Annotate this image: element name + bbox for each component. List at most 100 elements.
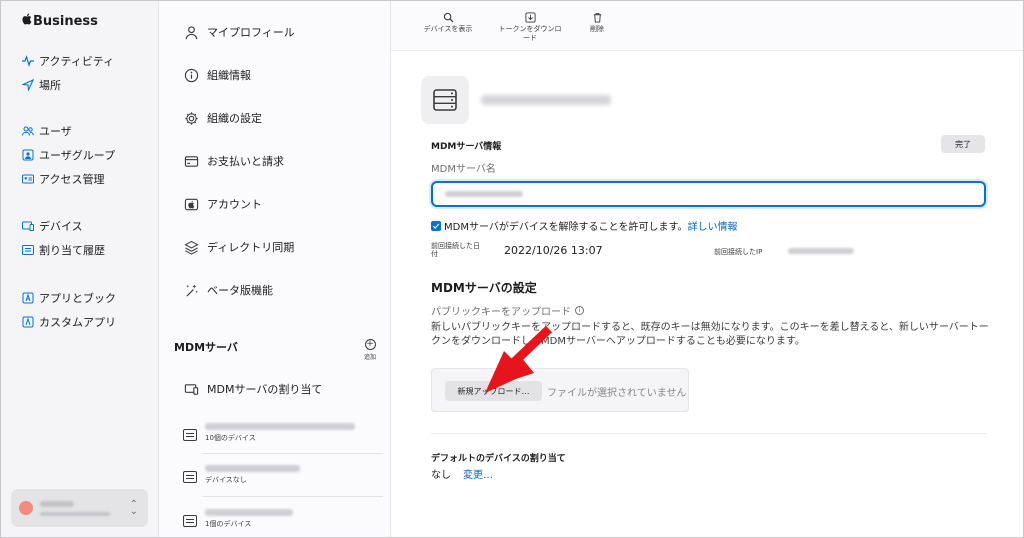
settings-column: マイプロフィール 組織情報 組織の設定 お支払いと請求 アカウント ディレクトリ… (159, 1, 391, 537)
server-name-redacted (205, 423, 355, 430)
allow-release-checkbox[interactable] (431, 220, 441, 231)
chevron-up-down-icon: ⌃ ⌄ (129, 499, 138, 517)
server-title-redacted (481, 95, 611, 105)
last-connected-ip-redacted (788, 248, 854, 254)
gear-icon (183, 110, 199, 126)
sidebar-item-devices[interactable]: デバイス (21, 214, 105, 238)
change-link[interactable]: 変更… (463, 466, 493, 481)
file-upload-area: 新規アップロード… ファイルが選択されていません (431, 368, 689, 412)
mdm-server-name-input[interactable] (431, 181, 986, 207)
sparkle-icon (183, 282, 199, 298)
mdm-servers-header: MDMサーバ (174, 341, 238, 354)
allow-release-text: MDMサーバがデバイスを解除することを許可します。 (444, 222, 688, 233)
account-name-redacted (40, 500, 110, 516)
allow-release-row: MDMサーバがデバイスを解除することを許可します。 詳しい情報 (431, 218, 738, 233)
sidebar-item-locations[interactable]: 場所 (21, 73, 114, 97)
sidebar-item-assignment-history[interactable]: 割り当て履歴 (21, 238, 105, 262)
settings-item-org-settings[interactable]: 組織の設定 (183, 110, 262, 126)
sidebar-item-label: アクセス管理 (39, 173, 105, 186)
main-panel: デバイスを表示 トークンをダウンロ ード 削除 MDMサーバ情報 完了 MDMサ… (391, 1, 1023, 537)
mdm-server-info-title: MDMサーバ情報 (431, 142, 502, 152)
activity-icon (21, 54, 35, 68)
access-card-icon (21, 172, 35, 186)
download-token-button[interactable]: トークンをダウンロ ード (495, 11, 565, 43)
server-name-redacted (205, 465, 300, 472)
divider (203, 496, 383, 497)
settings-item-label: ディレクトリ同期 (207, 241, 295, 254)
settings-item-label: マイプロフィール (207, 26, 295, 39)
settings-item-account[interactable]: アカウント (183, 196, 262, 212)
settings-item-label: 組織情報 (207, 69, 251, 82)
server-icon (183, 471, 197, 483)
settings-item-org-info[interactable]: 組織情報 (183, 67, 251, 83)
last-connected-ip-label: 前回接続したIP (714, 248, 763, 256)
add-label: 追加 (363, 354, 376, 361)
settings-item-payments-billing[interactable]: お支払いと請求 (183, 153, 284, 169)
delete-button[interactable]: 削除 (584, 11, 610, 34)
settings-item-label: 組織の設定 (207, 112, 262, 125)
nav-group-users: ユーザ ユーザグループ アクセス管理 (21, 119, 115, 191)
sidebar-item-access-management[interactable]: アクセス管理 (21, 167, 115, 191)
done-button[interactable]: 完了 (941, 135, 985, 153)
sidebar-item-label: アクティビティ (39, 55, 115, 68)
sidebar-item-user-groups[interactable]: ユーザグループ (21, 143, 115, 167)
show-devices-button[interactable]: デバイスを表示 (421, 11, 475, 34)
mdm-server-assignment-item[interactable]: MDMサーバの割り当て (183, 381, 322, 397)
server-name-value-redacted (445, 191, 523, 197)
sidebar-item-activity[interactable]: アクティビティ (21, 49, 114, 73)
sidebar-item-label: 割り当て履歴 (39, 244, 105, 257)
sidebar-item-label: ユーザ (39, 125, 72, 138)
server-device-count: 10個のデバイス (205, 434, 256, 442)
sync-icon (183, 239, 199, 255)
avatar (19, 501, 33, 515)
trash-icon (591, 11, 603, 23)
learn-more-link[interactable]: 詳しい情報 (688, 218, 738, 233)
devices-icon (21, 219, 35, 233)
sidebar-item-label: アプリとブック (39, 292, 116, 305)
sidebar-item-label: カスタムアプリ (39, 316, 116, 329)
apps-icon (21, 291, 35, 305)
settings-item-beta-features[interactable]: ベータ版機能 (183, 282, 273, 298)
sidebar-item-users[interactable]: ユーザ (21, 119, 115, 143)
account-switcher[interactable]: ⌃ ⌄ (11, 489, 148, 527)
server-icon (183, 429, 197, 441)
brand-name: Business (33, 13, 98, 29)
show-devices-label: デバイスを表示 (423, 25, 473, 33)
sidebar-item-custom-apps[interactable]: カスタムアプリ (21, 310, 116, 334)
last-connected-date-value: 2022/10/26 13:07 (504, 244, 603, 257)
sidebar-item-label: デバイス (39, 220, 83, 233)
settings-item-directory-sync[interactable]: ディレクトリ同期 (183, 239, 294, 255)
default-device-assignment-value: なし (431, 470, 451, 481)
mdm-server-name-label: MDMサーバ名 (431, 164, 496, 175)
location-icon (21, 78, 35, 92)
last-connected-label-line2: 付 (431, 250, 438, 258)
settings-item-label: MDMサーバの割り当て (207, 383, 323, 396)
new-upload-button[interactable]: 新規アップロード… (445, 381, 542, 401)
add-mdm-server-button[interactable]: + 追加 (359, 339, 381, 361)
last-connected-label-line1: 前回接続した日 (431, 242, 480, 250)
public-key-description: 新しいパブリックキーをアップロードすると、既存のキーは無効になります。このキーを… (431, 322, 989, 347)
settings-item-label: ベータ版機能 (207, 284, 273, 297)
plus-circle-icon: + (364, 339, 376, 350)
card-icon (183, 153, 199, 169)
mdm-server-settings-title: MDMサーバの設定 (431, 281, 537, 295)
upload-public-key-text: パブリックキーをアップロード (431, 307, 571, 318)
sidebar-item-apps-and-books[interactable]: アプリとブック (21, 286, 116, 310)
apple-logo-icon (21, 13, 32, 29)
info-icon (183, 67, 199, 83)
user-group-icon (21, 148, 35, 162)
upload-public-key-label: パブリックキーをアップロード i (431, 303, 584, 318)
settings-item-my-profile[interactable]: マイプロフィール (183, 24, 295, 40)
info-icon[interactable]: i (575, 306, 584, 315)
server-name-redacted (205, 509, 293, 516)
download-token-label-line2: ード (523, 34, 537, 42)
sidebar: Business アクティビティ 場所 ユーザ ユーザグループ アクセス管理 デ… (1, 1, 159, 537)
brand-logo[interactable]: Business (21, 13, 98, 29)
server-device-count: 1個のデバイス (205, 520, 252, 528)
last-connected-date-label: 前回接続した日 付 (431, 242, 480, 258)
download-icon (524, 11, 536, 23)
settings-item-label: お支払いと請求 (207, 155, 284, 168)
server-icon (183, 515, 197, 527)
no-file-selected-text: ファイルが選択されていません (547, 388, 687, 399)
apple-icon (183, 196, 199, 212)
